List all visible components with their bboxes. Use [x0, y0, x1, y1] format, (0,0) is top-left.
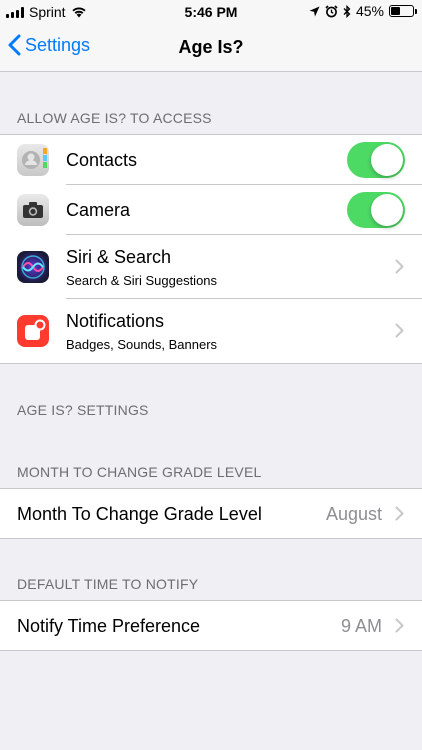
toggle-knob — [371, 194, 403, 226]
notify-time-value: 9 AM — [340, 616, 382, 636]
camera-row: Camera — [0, 185, 422, 235]
contacts-label: Contacts — [66, 150, 138, 170]
camera-icon — [17, 194, 49, 226]
alarm-clock-icon — [325, 4, 338, 17]
notify-time-label: Notify Time Preference — [17, 616, 201, 636]
month-section-header: MONTH TO CHANGE GRADE LEVEL — [17, 464, 262, 480]
chevron-right-icon — [395, 259, 404, 274]
notify-time-row[interactable]: Notify Time Preference 9 AM — [0, 601, 422, 650]
siri-search-row[interactable]: Siri & Search Search & Siri Suggestions — [0, 235, 422, 299]
battery-icon — [389, 5, 417, 17]
access-section-header: ALLOW AGE IS? TO ACCESS — [17, 110, 212, 126]
siri-search-subtitle: Search & Siri Suggestions — [66, 273, 218, 288]
chevron-right-icon — [395, 323, 404, 338]
month-grade-level-label: Month To Change Grade Level — [17, 504, 262, 524]
month-group: Month To Change Grade Level August — [0, 488, 422, 539]
siri-icon — [17, 251, 49, 283]
battery-level-fill — [391, 7, 401, 15]
contacts-row: Contacts — [0, 135, 422, 185]
month-grade-level-value: August — [325, 504, 382, 524]
contacts-toggle[interactable] — [347, 142, 405, 178]
notify-section-header: DEFAULT TIME TO NOTIFY — [17, 576, 199, 592]
app-settings-header: AGE IS? SETTINGS — [17, 402, 149, 418]
navigation-bar: Settings Age Is? — [0, 24, 422, 72]
contacts-icon — [17, 144, 49, 176]
chevron-right-icon — [395, 506, 404, 521]
siri-search-label: Siri & Search — [66, 247, 172, 267]
location-arrow-icon — [309, 6, 320, 16]
notifications-subtitle: Badges, Sounds, Banners — [66, 337, 218, 352]
camera-label: Camera — [66, 200, 131, 220]
notifications-row[interactable]: Notifications Badges, Sounds, Banners — [0, 299, 422, 363]
notify-group: Notify Time Preference 9 AM — [0, 600, 422, 651]
notifications-icon — [17, 315, 49, 347]
settings-screen: Sprint 5:46 PM 45% Settings Age Is? ALLO… — [0, 0, 422, 750]
month-grade-level-row[interactable]: Month To Change Grade Level August — [0, 489, 422, 538]
notifications-label: Notifications — [66, 311, 165, 331]
battery-percentage: 45% — [355, 3, 384, 19]
toggle-knob — [371, 144, 403, 176]
page-title: Age Is? — [178, 37, 244, 57]
chevron-right-icon — [395, 618, 404, 633]
bluetooth-icon — [343, 4, 351, 18]
status-bar: Sprint 5:46 PM 45% — [0, 0, 422, 24]
camera-toggle[interactable] — [347, 192, 405, 228]
access-group: Contacts Camera Siri & Search Search & S… — [0, 134, 422, 364]
status-right: 45% — [309, 3, 417, 19]
